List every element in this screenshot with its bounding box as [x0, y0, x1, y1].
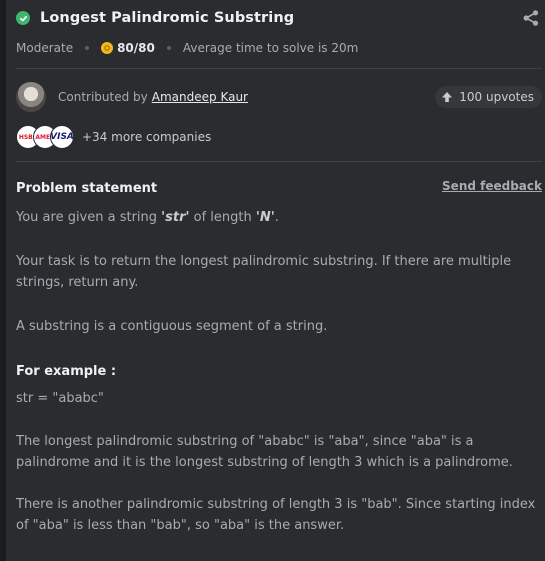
company-logo-visa: VISA: [50, 125, 74, 149]
contributed-by-label: Contributed by: [58, 90, 148, 104]
companies-row: HSBC AMEX VISA +34 more companies: [16, 124, 542, 150]
problem-panel: Longest Palindromic Substring Moderate 8…: [0, 0, 545, 561]
more-companies-link[interactable]: +34 more companies: [82, 130, 211, 144]
difficulty-label: Moderate: [16, 41, 74, 55]
coin-icon: [101, 42, 114, 54]
average-time: Average time to solve is 20m: [182, 41, 359, 55]
score-value: 80/80: [117, 41, 155, 55]
statement-paragraph-2: Your task is to return the longest palin…: [16, 254, 512, 290]
example-explanation-2: There is another palindromic substring o…: [16, 497, 536, 533]
separator-dot: [166, 46, 171, 50]
statement-paragraph-3: A substring is a contiguous segment of a…: [16, 319, 328, 334]
upvote-count: 100 upvotes: [459, 90, 534, 104]
example-input: str = "ababc": [16, 391, 104, 406]
separator-dot: [85, 46, 90, 50]
check-circle-icon: [16, 11, 30, 25]
divider: [16, 161, 542, 162]
send-feedback-link[interactable]: Send feedback: [442, 179, 542, 193]
share-icon[interactable]: [522, 9, 540, 27]
text-segment: You are given a string: [16, 210, 162, 225]
contributor-row: Contributed by Amandeep Kaur 100 upvotes: [16, 80, 542, 114]
str-variable: 'str': [161, 210, 190, 225]
author-link[interactable]: Amandeep Kaur: [152, 90, 248, 104]
problem-title: Longest Palindromic Substring: [40, 10, 295, 26]
divider: [16, 68, 542, 69]
text-segment: .: [274, 210, 279, 225]
n-variable: 'N': [255, 210, 275, 225]
upvote-button[interactable]: 100 upvotes: [435, 86, 542, 108]
meta-row: Moderate 80/80 Average time to solve is …: [16, 38, 542, 58]
arrow-up-icon: [442, 92, 453, 102]
statement-paragraph-1: You are given a string 'str' of length '…: [16, 207, 541, 228]
text-segment: of length: [189, 210, 256, 225]
avatar[interactable]: [16, 82, 46, 112]
statement-header: Problem statement Send feedback: [16, 178, 542, 198]
example-heading: For example :: [16, 364, 117, 379]
example-explanation-1: The longest palindromic substring of "ab…: [16, 434, 513, 470]
problem-statement-heading: Problem statement: [16, 180, 158, 196]
title-row: Longest Palindromic Substring: [16, 6, 542, 30]
